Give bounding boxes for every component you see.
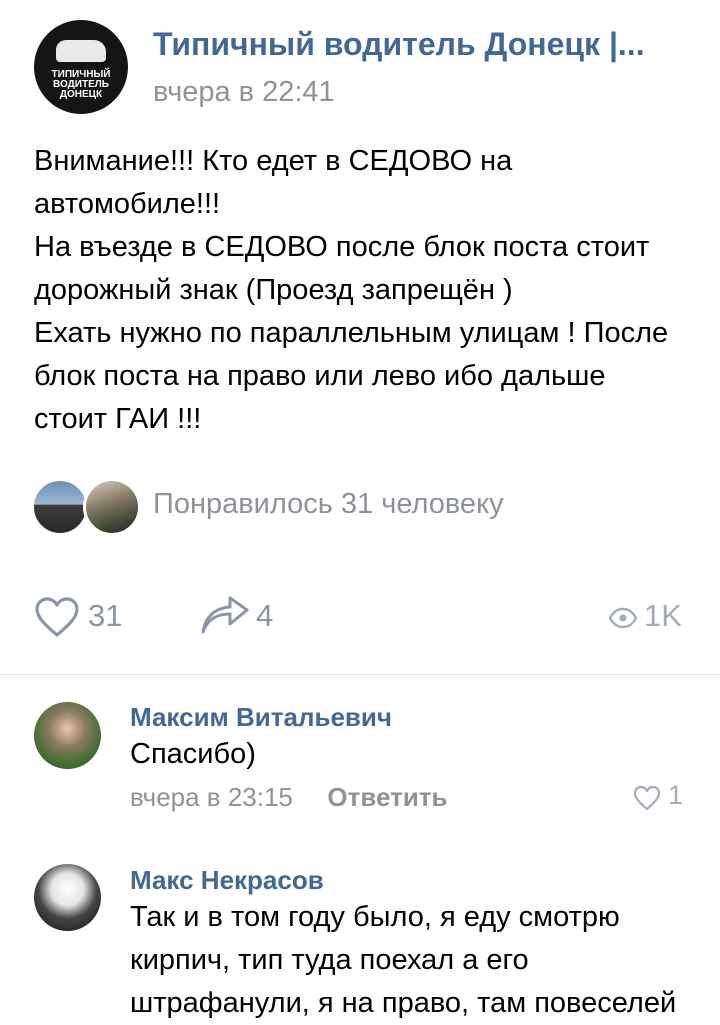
comment-text: Спасибо) bbox=[130, 738, 256, 770]
group-name-link[interactable]: Типичный водитель Донецк |... bbox=[153, 26, 673, 63]
share-arrow-icon[interactable] bbox=[200, 596, 250, 636]
comment-author-name[interactable]: Максим Витальевич bbox=[130, 702, 392, 733]
liker-avatar[interactable] bbox=[83, 478, 141, 536]
share-count[interactable]: 4 bbox=[256, 598, 273, 634]
comment-author-avatar[interactable] bbox=[34, 864, 101, 931]
like-count[interactable]: 31 bbox=[88, 598, 122, 634]
post-timestamp[interactable]: вчера в 22:41 bbox=[153, 76, 335, 109]
avatar-logo: ТИПИЧНЫЙ ВОДИТЕЛЬ ДОНЕЦК bbox=[34, 70, 128, 100]
comment-author-name[interactable]: Макс Некрасов bbox=[130, 865, 324, 896]
comment-text: Так и в том году было, я еду смотрю кирп… bbox=[130, 901, 677, 1019]
car-logo-icon bbox=[56, 40, 106, 62]
post-text: Внимание!!! Кто едет в СЕДОВО на автомоб… bbox=[34, 145, 669, 435]
eye-icon bbox=[608, 607, 638, 629]
group-avatar[interactable]: ТИПИЧНЫЙ ВОДИТЕЛЬ ДОНЕЦК bbox=[34, 20, 128, 114]
liker-avatar[interactable] bbox=[31, 478, 89, 536]
heart-icon[interactable] bbox=[34, 596, 80, 638]
views-count: 1K bbox=[644, 598, 682, 633]
comment-timestamp: вчера в 23:15 bbox=[130, 782, 293, 812]
comment-meta: вчера в 23:15 Ответить bbox=[130, 782, 448, 813]
heart-icon[interactable] bbox=[632, 784, 662, 812]
avatar-logo-line3: ДОНЕЦК bbox=[59, 89, 103, 100]
comment-like-count[interactable]: 1 bbox=[668, 780, 683, 811]
comment-author-avatar[interactable] bbox=[34, 702, 101, 769]
divider bbox=[0, 674, 720, 675]
likes-summary[interactable]: Понравилось 31 человеку bbox=[153, 488, 504, 521]
reply-button[interactable]: Ответить bbox=[327, 782, 447, 812]
